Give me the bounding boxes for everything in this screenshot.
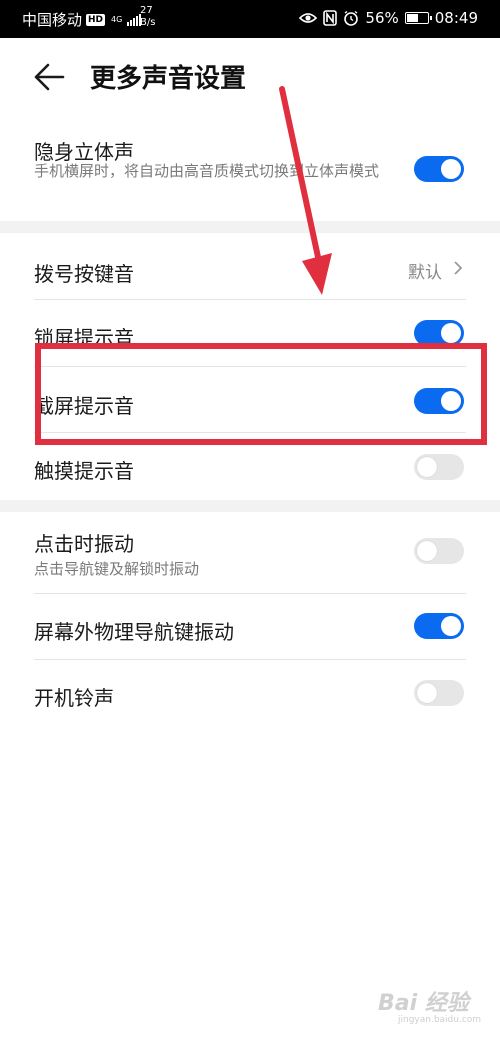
- status-right: 56% 08:49: [299, 9, 478, 27]
- watermark-text: Bai 经验: [378, 991, 469, 1016]
- annotation-arrow: [279, 86, 332, 295]
- hd-badge: HD: [86, 13, 106, 26]
- battery-icon: [404, 12, 432, 24]
- nfc-icon: [323, 10, 338, 26]
- settings-row-title: 点击时振动: [34, 532, 134, 556]
- page-title: 更多声音设置: [90, 64, 247, 94]
- toggle-knob: [417, 457, 437, 477]
- toggle-switch[interactable]: [414, 156, 464, 182]
- baidu-watermark: Bai 经验 jingyan.baidu.com: [378, 985, 488, 1029]
- status-bar: 中国移动 HD 4G 27 B/s 56% 08:49: [0, 0, 500, 38]
- settings-row-title: 拨号按键音: [34, 262, 134, 286]
- settings-row-subtitle: 点击导航键及解锁时振动: [34, 560, 200, 578]
- toggle-switch[interactable]: [414, 680, 464, 706]
- annotation-highlight-box: [35, 343, 487, 445]
- network-speed: 27 B/s: [140, 5, 155, 29]
- settings-row-title: 触摸提示音: [34, 459, 134, 483]
- section-separator: [0, 500, 500, 512]
- settings-row-subtitle: 手机横屏时，将自动由高音质模式切换到立体声模式: [34, 162, 380, 180]
- settings-row[interactable]: 拨号按键音 默认: [0, 234, 500, 300]
- toggle-knob: [441, 159, 461, 179]
- network-type: 4G: [111, 15, 123, 24]
- toggle-switch[interactable]: [414, 538, 464, 564]
- eye-icon: [299, 13, 318, 23]
- settings-row[interactable]: 点击时振动点击导航键及解锁时振动: [0, 512, 500, 592]
- chevron-right-icon: [454, 261, 463, 275]
- speed-unit: B/s: [140, 17, 156, 28]
- settings-row[interactable]: 屏幕外物理导航键振动: [0, 593, 500, 659]
- toggle-switch[interactable]: [414, 613, 464, 639]
- settings-row[interactable]: 隐身立体声 手机横屏时，将自动由高音质模式切换到立体声模式: [0, 118, 500, 220]
- toggle-knob: [417, 683, 437, 703]
- arrow-left-icon[interactable]: [32, 60, 66, 94]
- watermark-url: jingyan.baidu.com: [398, 1015, 482, 1025]
- toggle-switch[interactable]: [414, 454, 464, 480]
- status-left: 中国移动 HD 4G: [22, 9, 142, 30]
- settings-row-title: 屏幕外物理导航键振动: [34, 620, 234, 644]
- settings-row[interactable]: 开机铃声: [0, 659, 500, 725]
- toggle-knob: [441, 616, 461, 636]
- alarm-icon: [344, 10, 359, 26]
- section-separator: [0, 221, 500, 233]
- settings-row-value: 默认: [408, 263, 442, 283]
- battery-percent: 56%: [365, 9, 399, 27]
- settings-row-title: 开机铃声: [34, 686, 114, 710]
- toggle-knob: [417, 541, 437, 561]
- speed-value: 27: [140, 5, 153, 16]
- toggle-knob: [441, 323, 461, 343]
- clock: 08:49: [434, 9, 478, 27]
- carrier-name: 中国移动: [22, 11, 83, 29]
